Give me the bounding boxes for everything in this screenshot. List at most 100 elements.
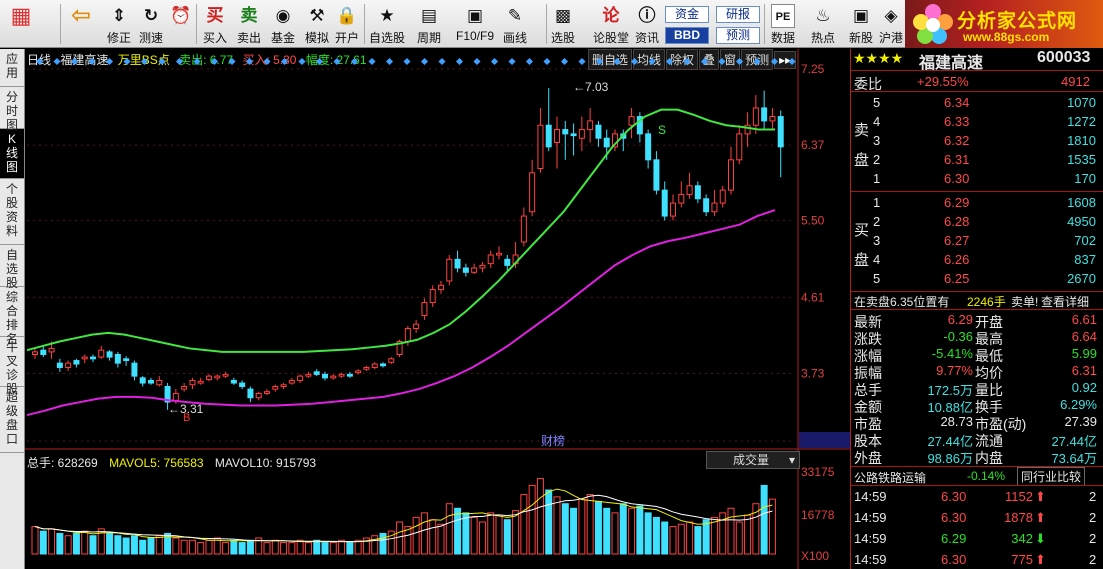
candle-body	[355, 370, 362, 374]
signal-diamond	[298, 57, 306, 66]
candle-body	[728, 159, 734, 191]
candle-body	[777, 116, 784, 148]
fund-dropdown[interactable]: 资金	[665, 6, 709, 23]
candle-body	[81, 356, 88, 360]
period-button[interactable]: ▤ 周期	[414, 2, 444, 46]
bbd-button[interactable]: BBD	[665, 27, 709, 44]
sidebar: 应用分时图K线图个股资料自选股综合排名牛叉诊股超级盘口	[0, 49, 25, 569]
sidebar-tab-char: 口	[5, 432, 18, 446]
test-button[interactable]: ↻ 测速	[136, 2, 166, 46]
volume-bar	[594, 500, 602, 555]
candle-body	[752, 107, 759, 126]
new-stock-button[interactable]: ▣ 新股	[846, 2, 876, 46]
data-button[interactable]: PE 数据	[768, 2, 798, 46]
sidebar-tab-1[interactable]: 分时图	[0, 87, 24, 132]
volume-bar	[72, 532, 80, 555]
info-button[interactable]: ⓘ 资讯	[632, 2, 662, 46]
candle-body	[305, 373, 312, 377]
volume-bar	[271, 539, 279, 555]
signal-diamond	[123, 57, 131, 66]
sell-price: 6.31	[944, 152, 970, 167]
volume-bar	[586, 494, 594, 555]
industry-compare-button[interactable]: 同行业比较	[1017, 467, 1086, 486]
candle-body	[761, 107, 768, 122]
flower-logo-icon	[913, 4, 953, 44]
candle-body	[404, 328, 411, 343]
signal-diamond	[158, 57, 166, 66]
restore-button[interactable]: ▦	[6, 2, 36, 46]
candle-body	[537, 124, 544, 169]
candle-body	[471, 267, 478, 273]
tick-price: 6.30	[941, 552, 967, 567]
clock-button[interactable]: ⏰	[166, 2, 196, 46]
sidebar-tab-0[interactable]: 应用	[0, 49, 24, 87]
volume-bar	[48, 528, 56, 555]
sector-name: 公路铁路运输	[854, 471, 927, 485]
kline-chart[interactable]: 日线 福建高速 万里BS点 卖出: 6.77 买入: 5.30 幅度: 27.6…	[25, 49, 850, 569]
signal-diamond	[140, 57, 149, 66]
buy-price: 6.25	[944, 271, 970, 286]
research-dropdown[interactable]: 研报	[716, 6, 760, 23]
sidebar-tab-4[interactable]: 自选股	[0, 245, 24, 290]
sidebar-tab-3[interactable]: 个股资料	[0, 179, 24, 245]
hk-button[interactable]: ◈ 沪港	[876, 2, 906, 46]
volume-bar	[578, 498, 586, 555]
f10-button[interactable]: ▣ F10/F9	[456, 2, 494, 46]
candle-body	[73, 360, 80, 365]
volume-bar	[768, 498, 776, 555]
candle-body	[230, 379, 237, 384]
view-detail-link[interactable]: 查看详细	[1041, 293, 1089, 310]
candle-body	[181, 385, 188, 390]
tick-count: 2	[1089, 531, 1097, 546]
volume-header: 总手: 628269 MAVOL5: 756583 MAVOL10: 91579…	[27, 454, 316, 471]
back-button[interactable]: ⇦	[66, 2, 96, 46]
buy-price: 6.27	[944, 233, 970, 248]
tick-time: 14:59	[854, 531, 887, 546]
volume-selector[interactable]: 成交量 ▾	[706, 451, 800, 469]
self-select-button[interactable]: ★ 自选股	[368, 2, 406, 46]
volume-bar	[230, 539, 238, 555]
candle-body	[587, 120, 594, 131]
candle-body	[446, 258, 453, 282]
sidebar-tab-7[interactable]: 超级盘口	[0, 387, 24, 453]
candle-body	[48, 347, 55, 353]
arrow-down-icon: ⬇	[1035, 531, 1046, 546]
open-button[interactable]: 🔒 开户	[332, 2, 362, 46]
volume-bar	[536, 478, 544, 555]
volume-bar	[619, 503, 627, 555]
hot-button[interactable]: ♨ 热点	[808, 2, 838, 46]
back-arrow-icon: ⇦	[70, 2, 92, 29]
buy-button[interactable]: 买买入	[200, 2, 230, 46]
select-stock-button[interactable]: ▩ 选股	[548, 2, 578, 46]
volume-bar	[288, 542, 296, 555]
volume-bar	[520, 494, 528, 555]
forecast-button[interactable]: 预测	[716, 27, 760, 44]
signal-diamond	[35, 57, 44, 66]
candle-body	[338, 373, 345, 377]
draw-button[interactable]: ✎ 画线	[500, 2, 530, 46]
finance-label[interactable]: 财榜	[541, 433, 565, 448]
sell-mark: S	[658, 123, 666, 137]
mavol10-value: MAVOL10: 915793	[214, 456, 317, 470]
draw-button-label: 画线	[502, 31, 527, 45]
sidebar-tab-6[interactable]: 牛叉诊股	[0, 337, 24, 396]
sidebar-tab-5[interactable]: 综合排名	[0, 287, 24, 346]
simulate-button[interactable]: ⚒ 模拟	[302, 2, 332, 46]
sidebar-tab-2[interactable]: K线图	[0, 129, 24, 179]
forum-button[interactable]: 论论股堂	[592, 2, 630, 46]
fund-button[interactable]: ◉ 基金	[268, 2, 298, 46]
y-tick-label: 5.50	[801, 213, 825, 227]
sell-level: 5	[873, 95, 881, 110]
sidebar-tab-char: 图	[5, 160, 18, 174]
volume-bar	[462, 512, 470, 555]
volume-bar	[661, 521, 669, 555]
candle-body	[562, 129, 569, 135]
candle-body	[670, 202, 676, 217]
fix-button[interactable]: ⇕ 修正	[104, 2, 134, 46]
buy-side-label: 买	[854, 222, 870, 239]
volume-bar	[147, 537, 155, 555]
volume-bar	[702, 519, 710, 555]
sell-button[interactable]: 卖卖出	[234, 2, 264, 46]
sidebar-tab-char: 选	[5, 262, 18, 276]
volume-bar	[677, 523, 685, 555]
